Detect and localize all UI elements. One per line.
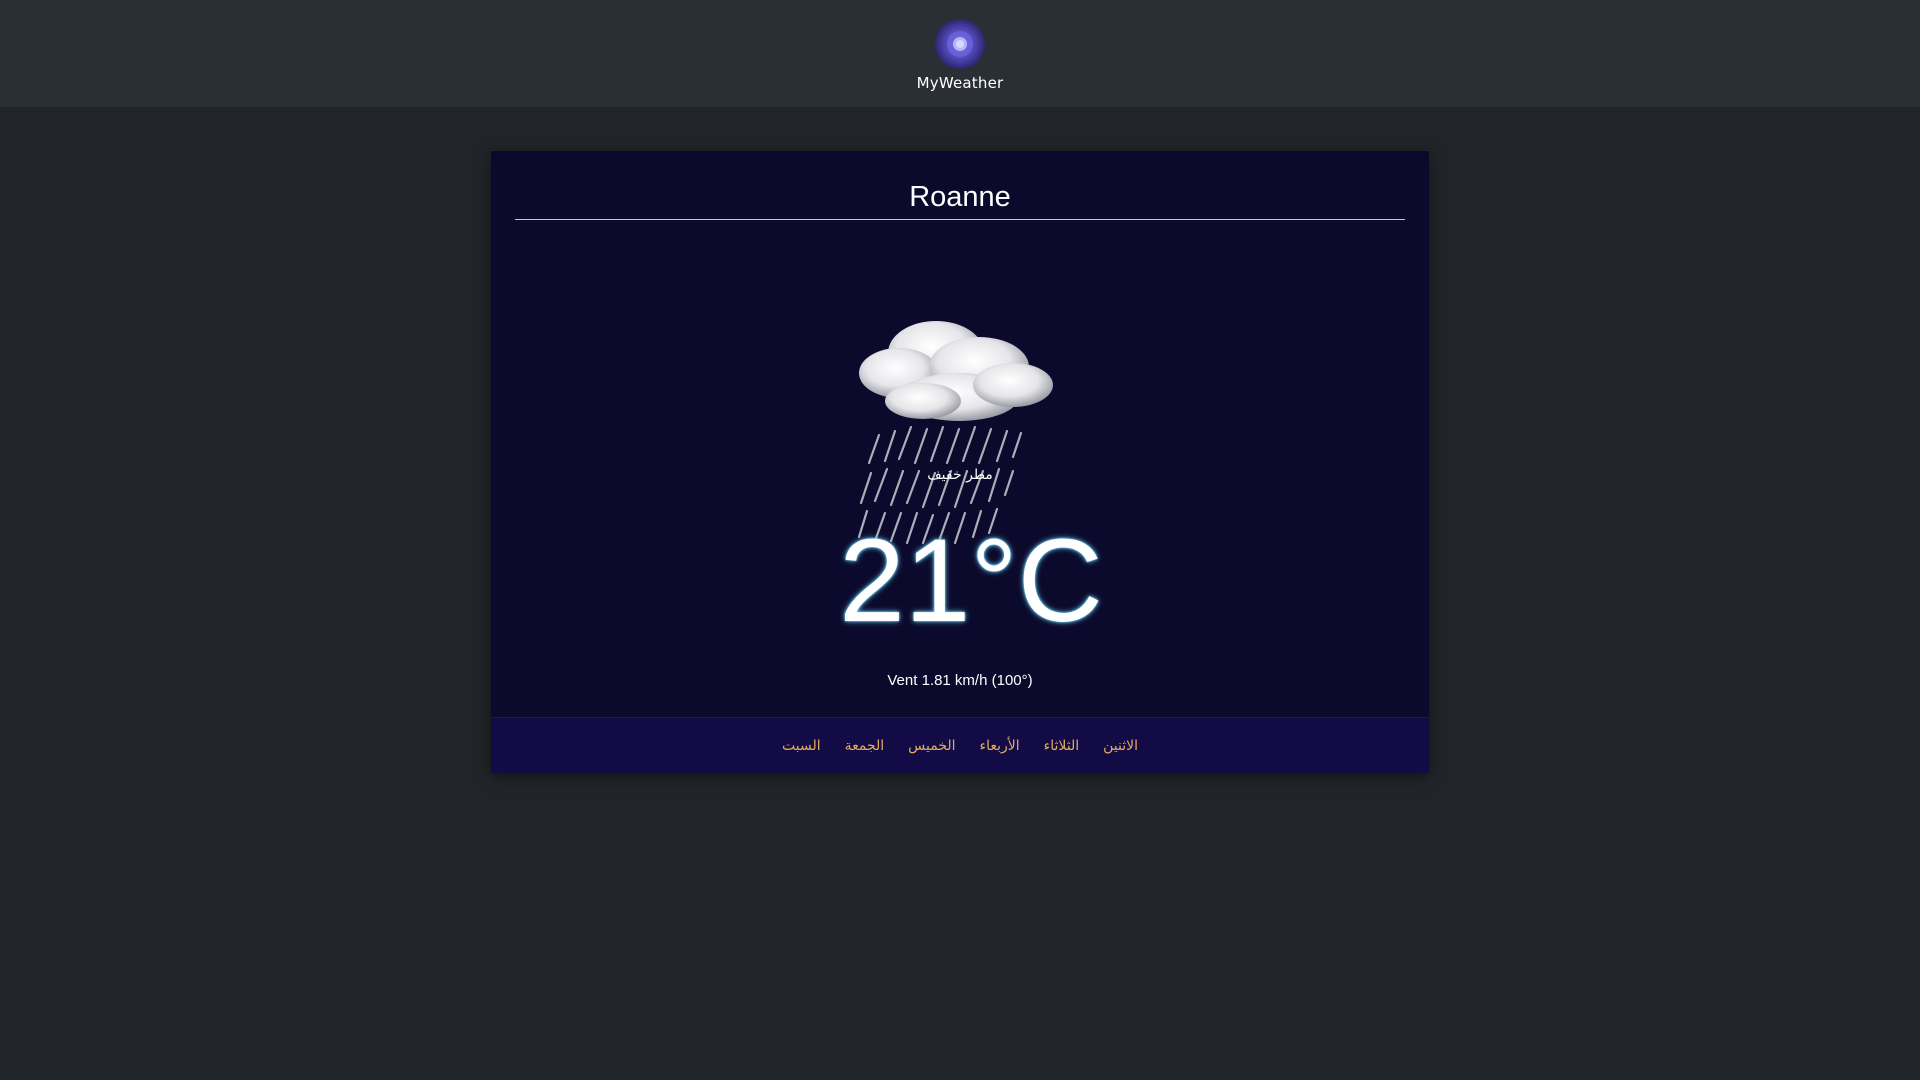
brand[interactable]: MyWeather <box>900 18 1020 93</box>
day-link-wednesday[interactable]: الأربعاء <box>980 738 1020 754</box>
day-link-thursday[interactable]: الخميس <box>908 738 955 754</box>
day-navigation: الاثنين الثلاثاء الأربعاء الخميس الجمعة … <box>491 717 1429 773</box>
temperature: 21°C <box>839 515 1103 647</box>
weather-condition: مطر خفيف <box>927 467 993 483</box>
day-link-friday[interactable]: الجمعة <box>845 738 885 754</box>
day-link-saturday[interactable]: السبت <box>782 738 821 754</box>
logo-icon <box>935 19 985 69</box>
app-name: MyWeather <box>916 74 1004 92</box>
day-link-tuesday[interactable]: الثلاثاء <box>1044 738 1079 754</box>
app-header: MyWeather <box>0 0 1920 107</box>
wind-info: Vent 1.81 km/h (100°) <box>887 672 1033 689</box>
city-name: Roanne <box>515 175 1405 220</box>
weather-card: Roanne مطر خفيف 21°C Vent 1.81 km/h (100… <box>491 151 1429 773</box>
day-link-monday[interactable]: الاثنين <box>1103 738 1138 754</box>
